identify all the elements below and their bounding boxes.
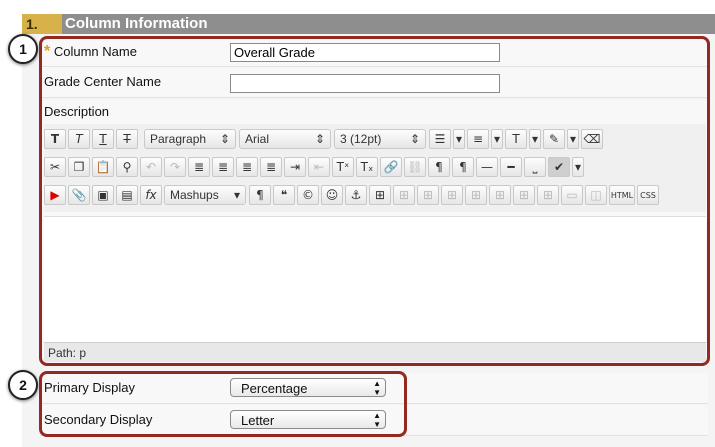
callout-badge-1: 1 xyxy=(8,34,38,64)
section-header: 1. Column Information xyxy=(22,14,715,35)
callout-badge-2: 2 xyxy=(8,370,38,400)
section-title: Column Information xyxy=(65,15,208,32)
callout-box-2 xyxy=(39,371,407,437)
callout-box-1 xyxy=(39,36,710,366)
step-number: 1. xyxy=(22,14,62,34)
